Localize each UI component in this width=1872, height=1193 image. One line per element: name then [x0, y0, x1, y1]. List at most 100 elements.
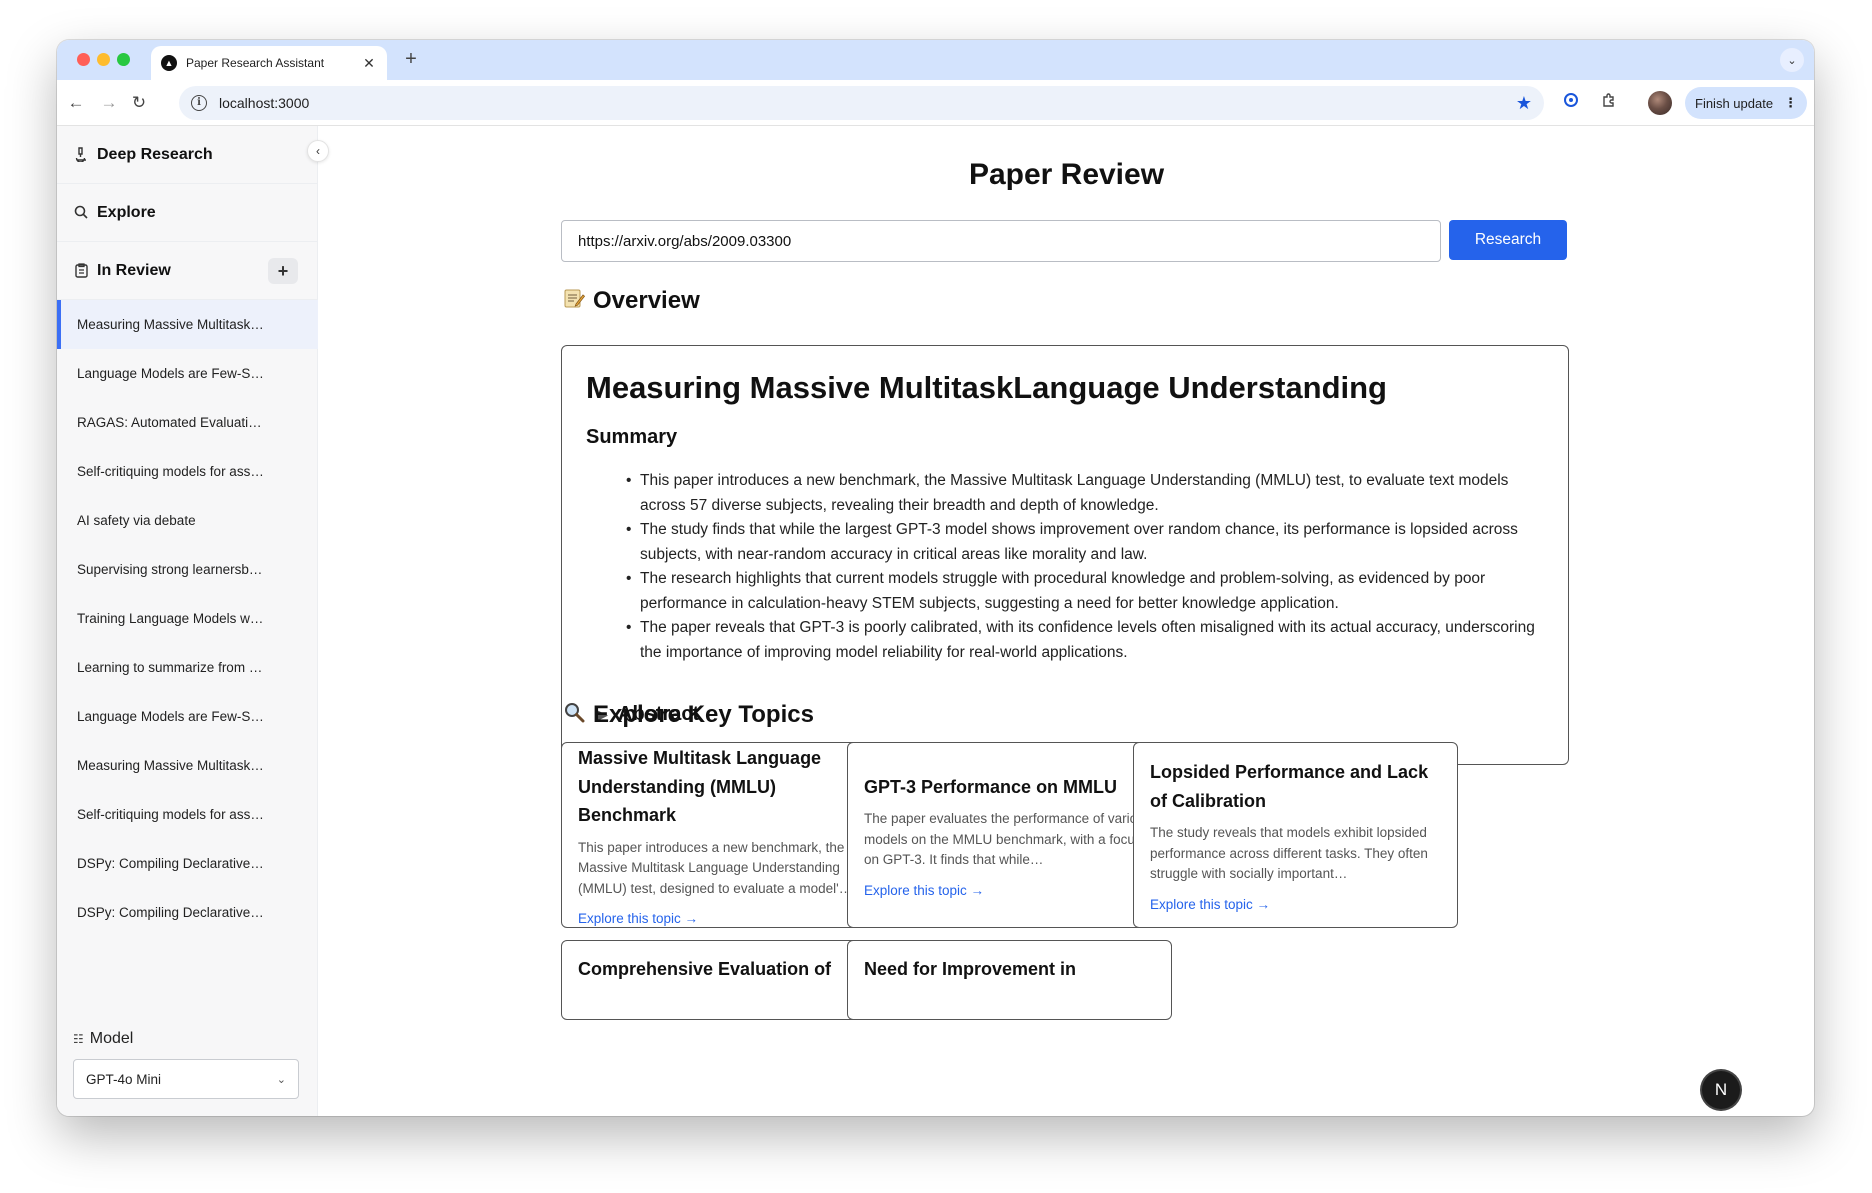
paper-list-item[interactable]: DSPy: Compiling Declarative…	[57, 888, 318, 937]
paper-list-item-label: Language Models are Few-S…	[77, 366, 264, 381]
research-button[interactable]: Research	[1449, 220, 1567, 260]
paper-list-item-label: Supervising strong learnersb…	[77, 562, 263, 577]
topic-title: Lopsided Performance and Lack of Calibra…	[1150, 762, 1429, 811]
model-label: Model	[89, 1030, 134, 1047]
collapse-sidebar-chevron-icon[interactable]: ‹	[307, 140, 329, 162]
paper-list-item-label: RAGAS: Automated Evaluati…	[77, 415, 262, 430]
topic-description: The study reveals that models exhibit lo…	[1150, 825, 1428, 882]
sidebar-header: Deep Research	[57, 126, 318, 184]
list-icon: ☷	[73, 1032, 84, 1046]
paper-list-item[interactable]: Training Language Models w…	[57, 594, 318, 643]
add-paper-button[interactable]: +	[268, 258, 298, 284]
overview-heading: Overview	[561, 287, 700, 315]
reload-icon[interactable]: ↻	[128, 92, 150, 114]
topic-card[interactable]: Massive Multitask Language Understanding…	[561, 742, 886, 928]
topic-card[interactable]: Need for Improvement in	[847, 940, 1172, 1020]
extensions-puzzle-icon[interactable]	[1598, 92, 1620, 114]
new-tab-icon[interactable]: +	[399, 48, 423, 71]
topic-title: GPT-3 Performance on MMLU	[864, 776, 1118, 797]
close-tab-icon[interactable]: ✕	[361, 55, 377, 72]
finish-update-label: Finish update	[1695, 95, 1774, 111]
paper-list-item[interactable]: Language Models are Few-S…	[57, 692, 318, 741]
topics-heading-text: Explore Key Topics	[593, 701, 814, 728]
nextjs-favicon-icon: ▲	[161, 55, 177, 71]
page-content: Deep Research ‹ Explore In Review + Meas…	[57, 126, 1814, 1116]
sidebar-item-in-review-label: In Review	[97, 261, 171, 279]
sidebar-item-in-review[interactable]: In Review +	[57, 242, 318, 300]
paper-list-item-label: DSPy: Compiling Declarative…	[77, 856, 264, 871]
page-title: Paper Review	[968, 158, 1165, 191]
summary-list: This paper introduces a new benchmark, t…	[626, 469, 1544, 665]
paper-list-item[interactable]: Language Models are Few-S…	[57, 349, 318, 398]
forward-arrow-icon[interactable]: →	[98, 92, 120, 114]
tab-title: Paper Research Assistant	[186, 56, 325, 70]
memo-icon	[561, 287, 587, 315]
kebab-menu-icon: ⋮	[1784, 95, 1797, 110]
paper-list-item-label: DSPy: Compiling Declarative…	[77, 905, 264, 920]
sidebar: Deep Research ‹ Explore In Review + Meas…	[57, 126, 329, 1116]
browser-tab-active[interactable]: ▲ Paper Research Assistant ✕	[151, 46, 387, 80]
site-info-icon[interactable]: i	[191, 95, 207, 111]
explore-topic-link[interactable]: Explore this topic →	[1150, 897, 1441, 912]
paper-list-item[interactable]: Measuring Massive Multitask…	[57, 300, 318, 349]
sidebar-item-explore-label: Explore	[97, 203, 156, 221]
model-label-row: ☷ Model	[73, 1030, 133, 1048]
browser-toolbar: ← → ↻ i localhost:3000 ★ Finish update ⋮	[57, 80, 1814, 126]
microscope-icon	[73, 146, 89, 163]
model-select[interactable]: GPT-4o Mini ⌄	[73, 1059, 299, 1099]
topic-card[interactable]: Comprehensive Evaluation of	[561, 940, 886, 1020]
paper-list-item[interactable]: AI safety via debate	[57, 496, 318, 545]
google-lens-icon[interactable]	[1560, 92, 1582, 114]
tab-search-icon[interactable]: ⌄	[1780, 48, 1804, 72]
paper-list-item-label: Self-critiquing models for ass…	[77, 807, 264, 822]
paper-list-item-label: Measuring Massive Multitask…	[77, 758, 264, 773]
topic-description: This paper introduces a new benchmark, t…	[578, 839, 853, 896]
browser-window: ▲ Paper Research Assistant ✕ + ⌄ ← → ↻ i…	[57, 40, 1814, 1116]
tab-strip: ▲ Paper Research Assistant ✕ + ⌄	[57, 40, 1814, 80]
bookmark-star-icon[interactable]: ★	[1516, 93, 1532, 114]
magnifier-icon	[561, 701, 587, 729]
explore-topic-link[interactable]: Explore this topic →	[578, 911, 869, 926]
finish-update-button[interactable]: Finish update ⋮	[1685, 87, 1807, 119]
back-arrow-icon[interactable]: ←	[65, 92, 87, 114]
topic-description: The paper evaluates the performance of v…	[864, 811, 1152, 867]
paper-list-item[interactable]: Supervising strong learnersb…	[57, 545, 318, 594]
paper-list-item[interactable]: DSPy: Compiling Declarative…	[57, 839, 318, 888]
sidebar-item-explore[interactable]: Explore	[57, 184, 318, 242]
address-bar[interactable]: i localhost:3000 ★	[179, 86, 1544, 120]
summary-bullet: The study finds that while the largest G…	[626, 518, 1544, 567]
paper-list-item-label: AI safety via debate	[77, 513, 196, 528]
topic-title: Need for Improvement in	[864, 959, 1077, 979]
search-icon	[73, 205, 89, 221]
model-select-value: GPT-4o Mini	[86, 1071, 162, 1087]
paper-list-item-label: Language Models are Few-S…	[77, 709, 264, 724]
paper-list-item-label: Learning to summarize from …	[77, 660, 263, 675]
paper-list-item[interactable]: Learning to summarize from …	[57, 643, 318, 692]
app-title: Deep Research	[97, 145, 213, 163]
chevron-down-icon: ⌄	[276, 1073, 286, 1086]
topic-card[interactable]: Lopsided Performance and Lack of Calibra…	[1133, 742, 1458, 928]
summary-heading: Summary	[586, 426, 678, 448]
paper-list-item[interactable]: RAGAS: Automated Evaluati…	[57, 398, 318, 447]
profile-avatar[interactable]	[1648, 91, 1672, 115]
paper-list-item-label: Measuring Massive Multitask…	[77, 317, 264, 332]
summary-bullet: The research highlights that current mod…	[626, 567, 1544, 616]
paper-url-input[interactable]: https://arxiv.org/abs/2009.03300	[561, 220, 1441, 262]
paper-list: Measuring Massive Multitask… Language Mo…	[57, 300, 318, 937]
close-window-button[interactable]	[77, 53, 90, 66]
paper-list-item[interactable]: Self-critiquing models for ass…	[57, 790, 318, 839]
paper-list-item[interactable]: Self-critiquing models for ass…	[57, 447, 318, 496]
url-text[interactable]: localhost:3000	[219, 95, 1516, 111]
summary-bullet: This paper introduces a new benchmark, t…	[626, 469, 1544, 518]
paper-list-item-label: Self-critiquing models for ass…	[77, 464, 264, 479]
main-panel: Paper Review https://arxiv.org/abs/2009.…	[319, 126, 1814, 1116]
topic-card[interactable]: GPT-3 Performance on MMLU The paper eval…	[847, 742, 1172, 928]
nextjs-dev-badge[interactable]: N	[1702, 1071, 1740, 1109]
paper-list-item[interactable]: Measuring Massive Multitask…	[57, 741, 318, 790]
explore-topic-link[interactable]: Explore this topic →	[864, 883, 1155, 898]
maximize-window-button[interactable]	[117, 53, 130, 66]
paper-list-item-label: Training Language Models w…	[77, 611, 264, 626]
summary-bullet: The paper reveals that GPT-3 is poorly c…	[626, 616, 1544, 665]
minimize-window-button[interactable]	[97, 53, 110, 66]
topic-title: Massive Multitask Language Understanding…	[578, 748, 822, 825]
